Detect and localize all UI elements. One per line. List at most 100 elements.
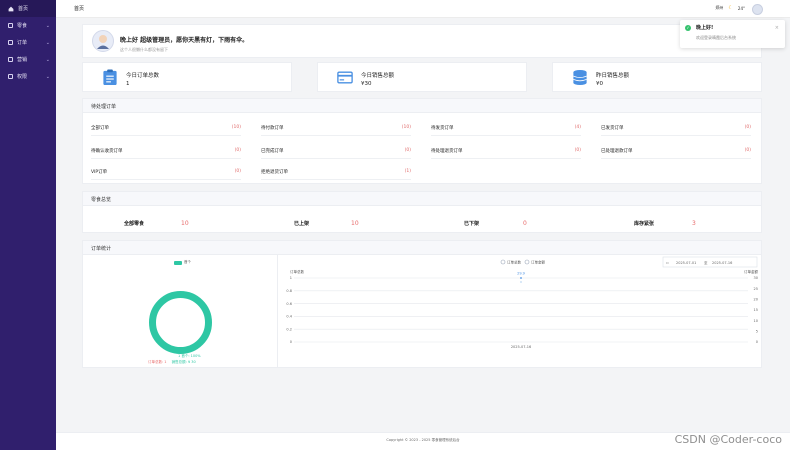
avatar	[92, 30, 114, 52]
pending-label: VIP订单	[91, 170, 108, 175]
moon-icon: ☾	[728, 5, 733, 11]
pending-item-completed[interactable]: 已完成订单 (0)	[261, 145, 411, 159]
home-icon	[8, 6, 14, 11]
sidebar-item-permissions[interactable]: 权限 ⌄	[0, 68, 56, 85]
sidebar-item-orders[interactable]: 订单 ⌄	[0, 34, 56, 51]
y-tick-label: 0.4	[286, 315, 292, 319]
goods-value: 10	[351, 220, 359, 227]
date-start: 2025-07-01	[676, 261, 696, 265]
line-chart-svg: 订单总数 订单金额 ▫ 2025-07-01 至 2025-07-16订单总数 订单金额10…	[286, 256, 758, 349]
pending-count: (1)	[404, 169, 411, 174]
pending-item-all[interactable]: 全部订单 (10)	[91, 122, 241, 136]
clipboard-icon	[103, 69, 117, 86]
goods-label: 库存紧张	[634, 221, 655, 227]
check-circle-icon: ✓	[685, 25, 691, 31]
legend-swatch[interactable]	[174, 261, 182, 265]
pending-label: 已发货订单	[601, 126, 624, 131]
x-tick-label: 2025-07-16	[511, 345, 531, 349]
y2-tick-label: 5	[756, 330, 758, 334]
y2-tick-label: 0	[756, 340, 758, 344]
goods-value: 0	[523, 220, 527, 227]
user-avatar[interactable]	[752, 4, 763, 15]
sidebar: 首页 零食 ⌄ 订单 ⌄ 营销 ⌄ 权限 ⌄	[0, 0, 56, 450]
marketing-icon	[8, 57, 13, 62]
goods-label: 已上架	[294, 221, 310, 227]
footer-copyright: Copyright © 2023 - 2025 零食管理系统后台	[386, 438, 460, 442]
goods-value: 10	[181, 220, 189, 227]
pending-item-to-confirm[interactable]: 待确认收货订单 (0)	[91, 145, 241, 159]
pending-label: 待处理退货订单	[431, 149, 463, 154]
database-icon	[573, 69, 587, 86]
section-title-order-stats: 订单统计	[82, 240, 762, 254]
sidebar-item-marketing[interactable]: 营销 ⌄	[0, 51, 56, 68]
y-tick-label: 0.6	[286, 302, 292, 306]
pending-item-to-ship[interactable]: 待发货订单 (4)	[431, 122, 581, 136]
y-tick-label: 0.2	[286, 327, 292, 331]
pending-label: 拒绝退货订单	[261, 170, 288, 175]
pending-item-vip[interactable]: VIP订单 (0)	[91, 166, 241, 180]
pending-item-return-pending[interactable]: 待处理退货订单 (0)	[431, 145, 581, 159]
stat-label: 今日订单总数	[126, 73, 160, 79]
stat-value: ¥30	[361, 81, 372, 87]
calendar-icon: ▫	[666, 260, 669, 265]
close-icon[interactable]: ×	[775, 25, 779, 31]
credit-card-icon	[337, 71, 353, 84]
sidebar-item-label: 零食	[17, 23, 28, 29]
date-separator: 至	[704, 261, 708, 265]
legend-marker-order-count	[500, 259, 506, 265]
pending-count: (0)	[744, 148, 751, 153]
pending-count: (0)	[404, 148, 411, 153]
section-title-goods-overview: 零食总览	[82, 191, 762, 205]
sidebar-item-label: 营销	[17, 57, 28, 63]
pending-count: (4)	[574, 125, 581, 130]
pending-item-refund-done[interactable]: 已处理退款订单 (0)	[601, 145, 751, 159]
order-icon	[8, 40, 13, 45]
date-end: 2025-07-16	[712, 261, 732, 265]
sidebar-item-label: 首页	[18, 6, 29, 12]
goods-label: 已下架	[464, 221, 480, 227]
stat-value: ¥0	[596, 81, 603, 87]
pending-item-return-rejected[interactable]: 拒绝退货订单 (1)	[261, 166, 411, 180]
pending-item-shipped[interactable]: 已发货订单 (0)	[601, 122, 751, 136]
y2-tick-label: 30	[754, 276, 758, 280]
pending-label: 待发货订单	[431, 126, 454, 131]
legend-marker-order-amount	[524, 259, 530, 265]
legend-label: 首个	[184, 260, 191, 264]
y2-tick-label: 20	[754, 298, 758, 302]
lock-icon	[8, 74, 13, 79]
chevron-down-icon: ⌄	[45, 73, 50, 80]
pending-count: (10)	[231, 125, 241, 130]
pending-item-unpaid[interactable]: 待付款订单 (10)	[261, 122, 411, 136]
topbar: 首页	[56, 0, 790, 18]
sidebar-item-label: 订单	[17, 40, 28, 46]
breadcrumb[interactable]: 首页	[74, 5, 84, 12]
donut-ring[interactable]	[149, 291, 212, 354]
y-tick-label: 1	[290, 276, 292, 280]
pending-label: 待付款订单	[261, 126, 284, 131]
pending-count: (0)	[744, 125, 751, 130]
pending-label: 已完成订单	[261, 149, 284, 154]
goods-label: 全部零食	[124, 221, 145, 227]
notification-toast: ✓ 晚上好! 欢迎登录晴霞后台系统 ×	[680, 20, 785, 48]
section-title-pending-orders: 待处理订单	[82, 98, 762, 112]
weather-temperature: 24°	[737, 5, 745, 11]
chevron-down-icon: ⌄	[45, 22, 50, 29]
sidebar-item-home[interactable]: 首页	[0, 0, 56, 17]
donut-chart: 首个 1 首个: 100% 订单总数: 1 销售总额: ¥ 30	[82, 254, 278, 368]
toast-message: 欢迎登录晴霞后台系统	[696, 35, 736, 40]
toast-title: 晚上好!	[696, 25, 714, 31]
line-chart: 订单总数 订单金额 ▫ 2025-07-01 至 2025-07-16 订单总数 订单金额 1 0…	[280, 254, 762, 368]
weather-widget: 郑州 ☾ 24°	[715, 5, 745, 11]
stat-card-today-sales: 今日销售总额 ¥30	[317, 62, 527, 92]
data-label: 29.9	[517, 272, 525, 276]
donut-order-count: 订单总数: 1	[148, 360, 167, 364]
sidebar-item-snacks[interactable]: 零食 ⌄	[0, 17, 56, 34]
stat-value: 1	[126, 81, 130, 87]
snack-icon	[8, 23, 13, 28]
y2-tick-label: 10	[754, 319, 758, 323]
data-point-order-count	[520, 277, 522, 279]
weather-city: 郑州	[715, 5, 724, 10]
legend-label-order-count: 订单总数	[507, 260, 521, 265]
legend-label-order-amount: 订单金额	[531, 260, 545, 265]
chevron-down-icon: ⌄	[45, 39, 50, 46]
